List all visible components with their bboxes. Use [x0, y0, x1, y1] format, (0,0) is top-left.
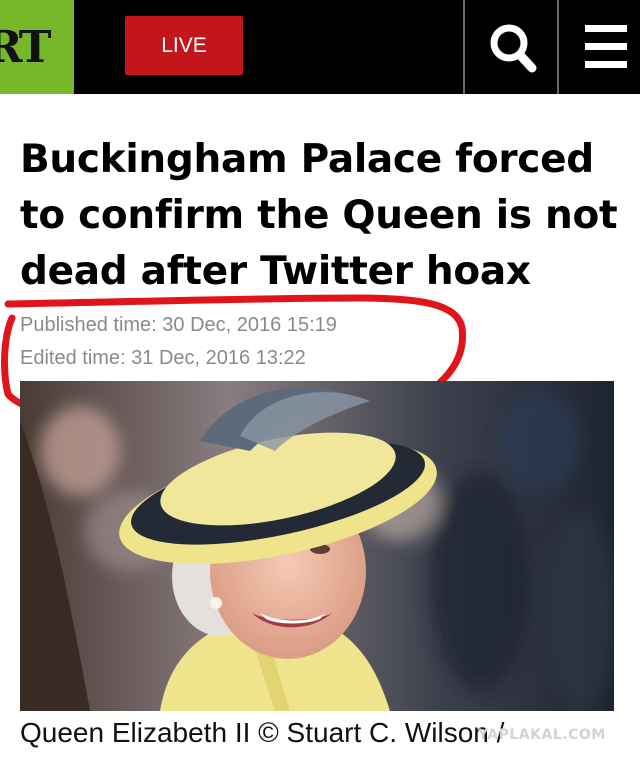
- article-title: Buckingham Palace forced to confirm the …: [20, 137, 618, 294]
- nav-divider: [557, 0, 559, 94]
- rt-logo[interactable]: RT: [0, 0, 74, 94]
- search-icon: [490, 24, 537, 73]
- nav-divider: [463, 0, 465, 94]
- photo-caption: Queen Elizabeth II © Stuart C. Wilson /: [20, 717, 505, 748]
- site-watermark: YAPLAKAL.COM: [478, 727, 606, 743]
- logo-text: RT: [0, 22, 52, 73]
- top-nav-bar: RT LIVE: [0, 0, 640, 94]
- article-photo: [20, 381, 614, 711]
- search-button[interactable]: [466, 0, 558, 94]
- live-button[interactable]: LIVE: [125, 16, 243, 75]
- menu-button[interactable]: [560, 0, 640, 94]
